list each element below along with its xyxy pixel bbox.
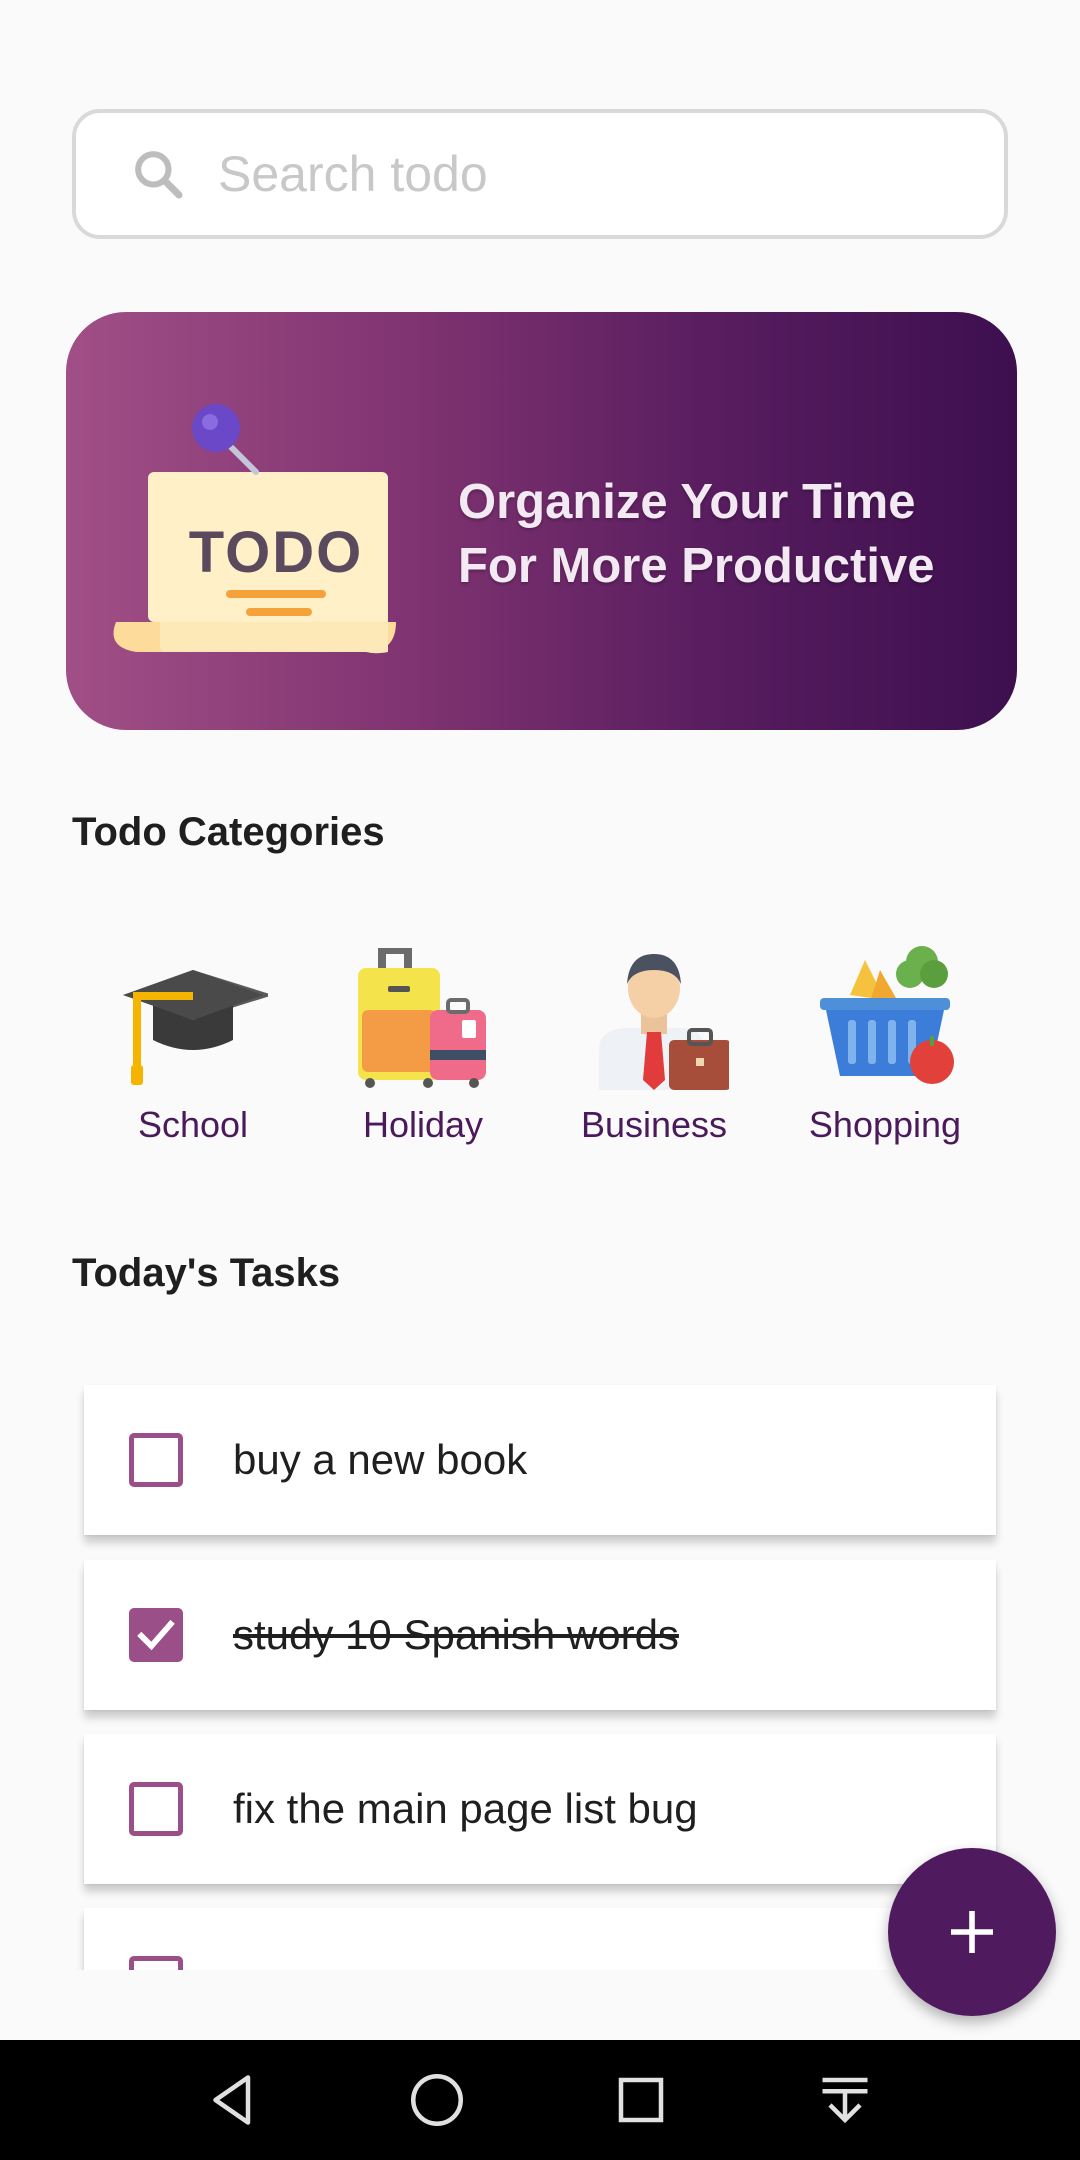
category-list: School Holiday Business Shopping [0, 940, 1080, 1160]
task-text: buy a new book [233, 1436, 528, 1483]
search-icon [128, 144, 188, 204]
shopping-basket-icon [820, 946, 954, 1084]
search-input[interactable] [218, 145, 978, 203]
task-checkbox[interactable] [129, 1433, 183, 1487]
check-icon [137, 1619, 175, 1651]
add-task-button[interactable] [888, 1848, 1056, 2016]
category-label-school: School [137, 1104, 249, 1145]
task-text: study 10 Spanish words [233, 1611, 679, 1658]
category-school[interactable]: School [83, 940, 303, 1146]
tasks-title: Today's Tasks [72, 1251, 341, 1295]
todo-note-illustration: TODO [113, 404, 396, 654]
categories-title: Todo Categories [72, 810, 385, 854]
system-navigation-bar [0, 2040, 1080, 2160]
nav-back-button[interactable] [193, 2060, 273, 2140]
task-item[interactable]: buy a new book [84, 1385, 996, 1535]
todo-illustration-text: TODO [189, 520, 364, 585]
search-bar[interactable] [72, 109, 1008, 239]
nav-recents-button[interactable] [601, 2060, 681, 2140]
category-label-holiday: Holiday [362, 1104, 484, 1145]
promo-banner: TODO Organize Your Time For More Product… [66, 312, 1017, 730]
task-item[interactable] [84, 1908, 996, 1970]
back-icon [213, 2075, 251, 2125]
category-label-shopping: Shopping [808, 1104, 962, 1145]
task-text: fix the main page list bug [233, 1785, 698, 1832]
task-checkbox[interactable] [129, 1782, 183, 1836]
nav-home-button[interactable] [397, 2060, 477, 2140]
category-business[interactable]: Business [544, 940, 764, 1146]
category-holiday[interactable]: Holiday [313, 940, 533, 1146]
plus-icon [951, 1911, 993, 1953]
task-item[interactable]: fix the main page list bug [84, 1734, 996, 1884]
graduation-cap-icon [123, 970, 268, 1085]
recents-icon [618, 2077, 664, 2123]
task-item[interactable]: study 10 Spanish words [84, 1560, 996, 1710]
banner-line-1: Organize Your Time [458, 475, 916, 529]
app-screen: TODO Organize Your Time For More Product… [0, 0, 1080, 2160]
category-shopping[interactable]: Shopping [775, 940, 995, 1146]
notifications-down-icon [822, 2077, 868, 2124]
luggage-icon [358, 948, 486, 1088]
banner-headline: Organize Your Time For More Productive [458, 470, 934, 598]
nav-notifications-button[interactable] [805, 2060, 885, 2140]
task-checkbox[interactable] [129, 1608, 183, 1662]
task-checkbox[interactable] [129, 1956, 183, 1970]
banner-line-2: For More Productive [458, 539, 935, 593]
businessman-icon [599, 954, 729, 1090]
home-icon [411, 2074, 463, 2126]
category-label-business: Business [580, 1104, 728, 1145]
